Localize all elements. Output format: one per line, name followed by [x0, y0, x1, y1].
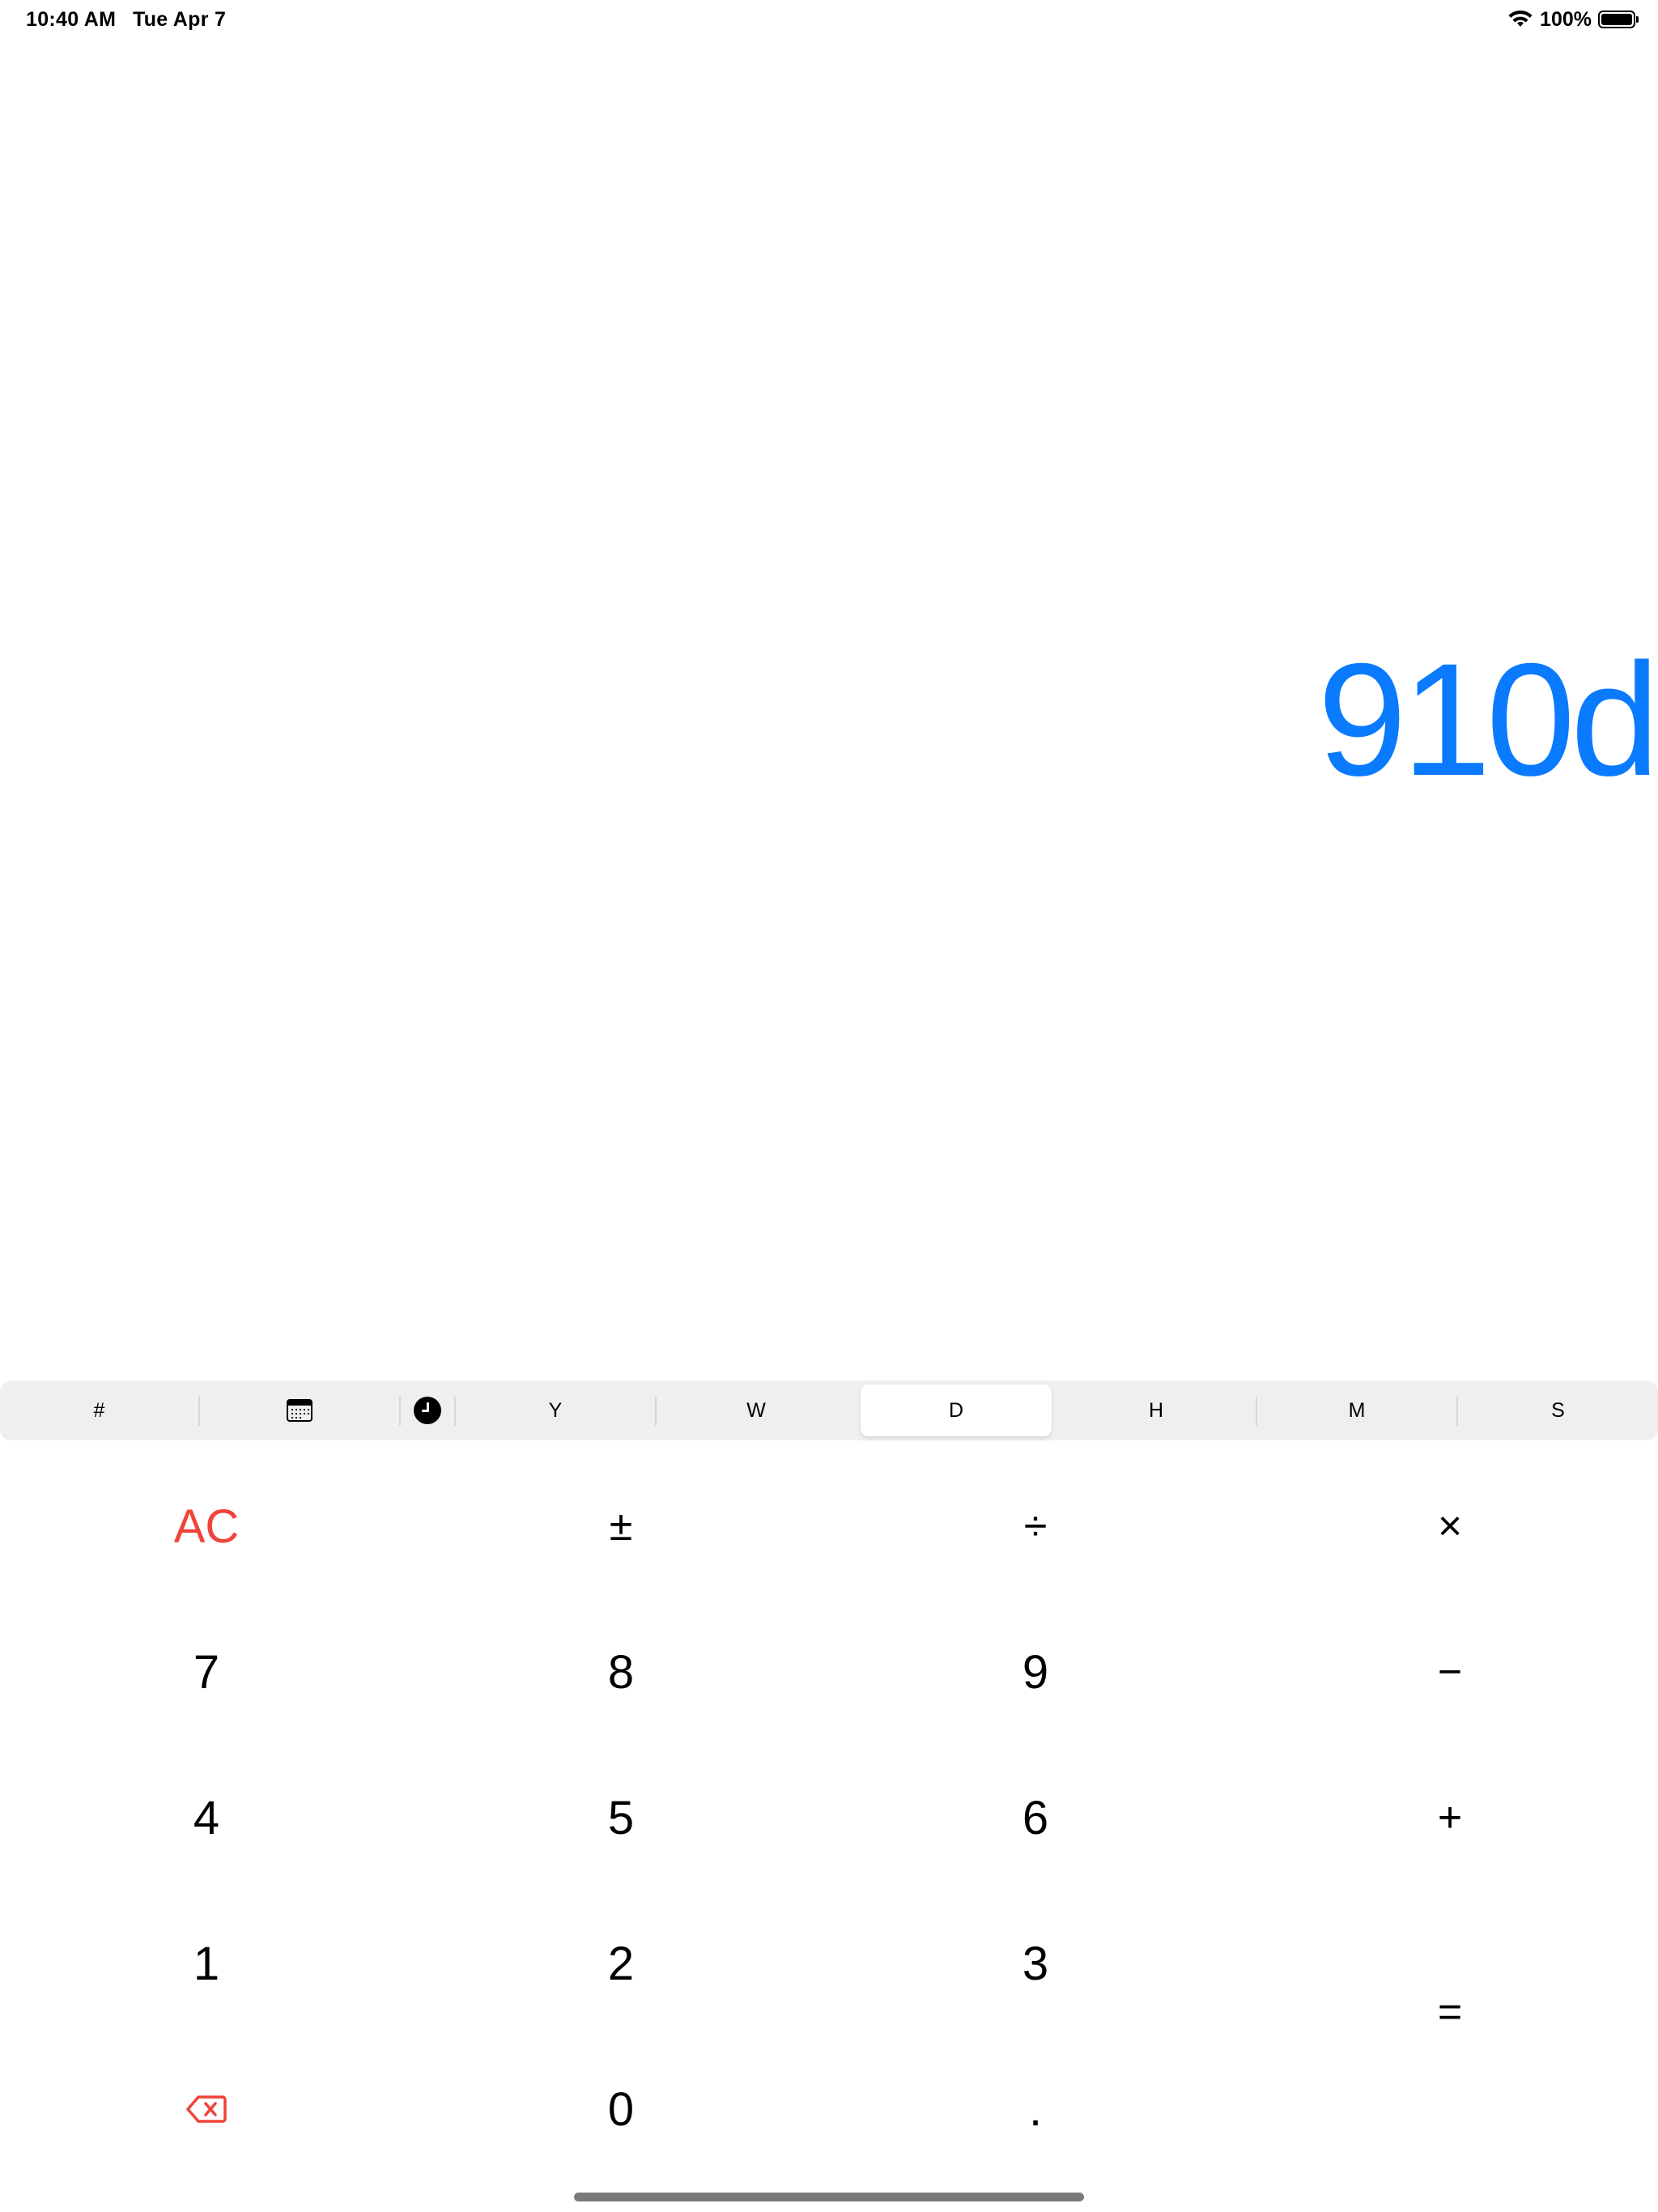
battery-icon [1598, 11, 1639, 28]
status-bar: 10:40 AM Tue Apr 7 100% [0, 0, 1658, 39]
minus-button[interactable]: − [1329, 1623, 1571, 1721]
plus-minus-button[interactable]: ± [500, 1478, 742, 1575]
backspace-icon [186, 2095, 227, 2123]
unit-segmented-control: # Y W D H M S [0, 1380, 1658, 1440]
four-button[interactable]: 4 [85, 1769, 328, 1866]
segment-number[interactable]: # [0, 1385, 198, 1436]
segment-minutes[interactable]: M [1257, 1385, 1456, 1436]
equals-button[interactable]: = [1329, 1963, 1571, 2109]
segment-hours-label: H [1148, 1398, 1164, 1422]
segment-minutes-label: M [1348, 1398, 1366, 1422]
status-time: 10:40 AM [26, 8, 117, 31]
home-indicator[interactable] [574, 2193, 1084, 2201]
segment-days-label: D [948, 1398, 964, 1422]
backspace-button[interactable] [85, 2061, 328, 2158]
divide-button[interactable]: ÷ [914, 1478, 1157, 1575]
segment-number-label: # [93, 1398, 105, 1422]
five-button[interactable]: 5 [500, 1769, 742, 1866]
equals-label: = [1437, 1989, 1463, 2035]
zero-button[interactable]: 0 [500, 2061, 742, 2158]
clock-icon [414, 1397, 441, 1424]
segment-days[interactable]: D [861, 1385, 1052, 1436]
segment-time[interactable] [401, 1385, 454, 1436]
eight-button[interactable]: 8 [500, 1623, 742, 1721]
status-date: Tue Apr 7 [133, 8, 227, 31]
wifi-icon [1508, 10, 1533, 27]
segment-hours[interactable]: H [1056, 1385, 1256, 1436]
plus-button[interactable]: + [1329, 1769, 1571, 1866]
segment-date[interactable] [200, 1385, 399, 1436]
segment-years[interactable]: Y [456, 1385, 655, 1436]
calendar-icon [287, 1399, 312, 1422]
segment-seconds-label: S [1551, 1398, 1565, 1422]
segment-weeks-label: W [746, 1398, 766, 1422]
seven-button[interactable]: 7 [85, 1623, 328, 1721]
one-button[interactable]: 1 [85, 1915, 328, 2012]
clear-button[interactable]: AC [85, 1478, 328, 1575]
decimal-button[interactable]: . [914, 2061, 1157, 2158]
two-button[interactable]: 2 [500, 1915, 742, 2012]
result-display: 910d [1317, 630, 1658, 809]
nine-button[interactable]: 9 [914, 1623, 1157, 1721]
segment-weeks[interactable]: W [657, 1385, 856, 1436]
six-button[interactable]: 6 [914, 1769, 1157, 1866]
status-indicators: 100% [1507, 6, 1639, 32]
battery-fill [1601, 14, 1632, 25]
three-button[interactable]: 3 [914, 1915, 1157, 2012]
segment-years-label: Y [548, 1398, 563, 1422]
multiply-button[interactable]: × [1329, 1478, 1571, 1575]
segment-seconds[interactable]: S [1458, 1385, 1658, 1436]
battery-percent: 100% [1540, 7, 1592, 31]
